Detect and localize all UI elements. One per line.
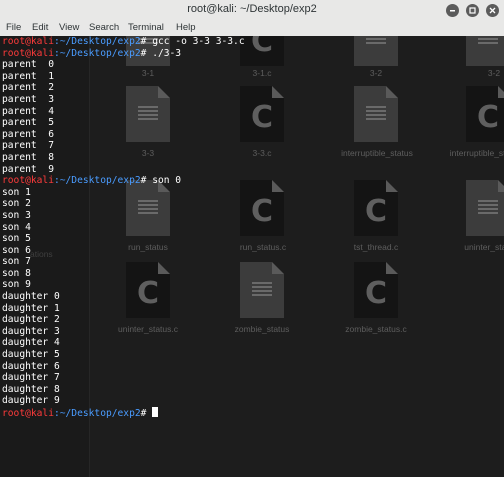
close-button[interactable] bbox=[486, 4, 499, 17]
menu-bar: File Edit View Search Terminal Help bbox=[0, 21, 504, 37]
prompt-user: root@kali bbox=[2, 36, 54, 47]
prompt-symbol: # bbox=[140, 175, 153, 187]
text-cursor bbox=[152, 407, 159, 417]
minimize-button[interactable] bbox=[446, 4, 459, 17]
output-line: parent 3 bbox=[2, 93, 54, 105]
output-line: parent 4 bbox=[2, 105, 54, 117]
prompt-path: :~/Desktop/exp2 bbox=[53, 36, 141, 47]
output-line: son 6 bbox=[2, 244, 31, 256]
menu-help[interactable]: Help bbox=[176, 22, 196, 33]
output-line: son 8 bbox=[2, 267, 31, 279]
output-line: parent 6 bbox=[2, 128, 54, 140]
menu-file[interactable]: File bbox=[6, 22, 21, 33]
prompt-path: :~/Desktop/exp2 bbox=[53, 175, 141, 187]
output-line: parent 7 bbox=[2, 140, 54, 152]
output-line: parent 5 bbox=[2, 117, 54, 129]
prompt-line: root@kali:~/Desktop/exp2# gcc -o 3-3 3-3… bbox=[2, 36, 502, 48]
output-line: daughter 5 bbox=[2, 349, 60, 361]
menu-edit[interactable]: Edit bbox=[32, 22, 48, 33]
minimize-icon bbox=[450, 10, 455, 12]
window-title: root@kali: ~/Desktop/exp2 bbox=[187, 3, 317, 15]
command-text: gcc -o 3-3 3-3.c bbox=[152, 36, 245, 47]
terminal-window: root@kali: ~/Desktop/exp2 File Edit View… bbox=[0, 0, 504, 477]
output-line: daughter 8 bbox=[2, 383, 60, 395]
prompt-line: root@kali:~/Desktop/exp2# bbox=[2, 407, 502, 419]
output-line: son 3 bbox=[2, 209, 31, 221]
output-line: daughter 9 bbox=[2, 395, 60, 407]
prompt-user: root@kali bbox=[2, 47, 54, 59]
maximize-icon bbox=[469, 7, 476, 14]
output-line: son 2 bbox=[2, 198, 31, 210]
output-line: son 4 bbox=[2, 221, 31, 233]
prompt-line: root@kali:~/Desktop/exp2# ./3-3 bbox=[2, 48, 502, 60]
prompt-symbol: # bbox=[140, 408, 153, 419]
output-line: parent 0 bbox=[2, 59, 54, 71]
output-line: parent 2 bbox=[2, 82, 54, 94]
prompt-user: root@kali bbox=[2, 175, 54, 187]
prompt-path: :~/Desktop/exp2 bbox=[53, 408, 141, 419]
output-line: daughter 0 bbox=[2, 291, 60, 303]
output-line: daughter 1 bbox=[2, 302, 60, 314]
terminal-output[interactable]: root@kali:~/Desktop/exp2# gcc -o 3-3 3-3… bbox=[2, 36, 502, 477]
menu-view[interactable]: View bbox=[59, 22, 79, 33]
output-line: son 9 bbox=[2, 279, 31, 291]
prompt-symbol: # bbox=[140, 36, 153, 47]
output-line: parent 9 bbox=[2, 163, 54, 175]
prompt-path: :~/Desktop/exp2 bbox=[53, 47, 141, 59]
command-text: ./3-3 bbox=[152, 47, 182, 59]
prompt-user: root@kali bbox=[2, 408, 54, 419]
output-line: parent 8 bbox=[2, 151, 54, 163]
close-icon bbox=[489, 7, 496, 14]
output-line: parent 1 bbox=[2, 70, 54, 82]
title-bar[interactable]: root@kali: ~/Desktop/exp2 bbox=[0, 0, 504, 22]
prompt-line: root@kali:~/Desktop/exp2# son 0 bbox=[2, 175, 502, 187]
output-line: daughter 2 bbox=[2, 314, 60, 326]
output-line: son 1 bbox=[2, 186, 31, 198]
output-line: son 5 bbox=[2, 233, 31, 245]
menu-terminal[interactable]: Terminal bbox=[128, 22, 164, 33]
command-text: son 0 bbox=[152, 175, 182, 187]
output-line: son 7 bbox=[2, 256, 31, 268]
output-line: daughter 3 bbox=[2, 325, 60, 337]
menu-search[interactable]: Search bbox=[89, 22, 119, 33]
output-line: daughter 6 bbox=[2, 360, 60, 372]
maximize-button[interactable] bbox=[466, 4, 479, 17]
output-line: daughter 7 bbox=[2, 372, 60, 384]
prompt-symbol: # bbox=[140, 47, 153, 59]
output-line: daughter 4 bbox=[2, 337, 60, 349]
